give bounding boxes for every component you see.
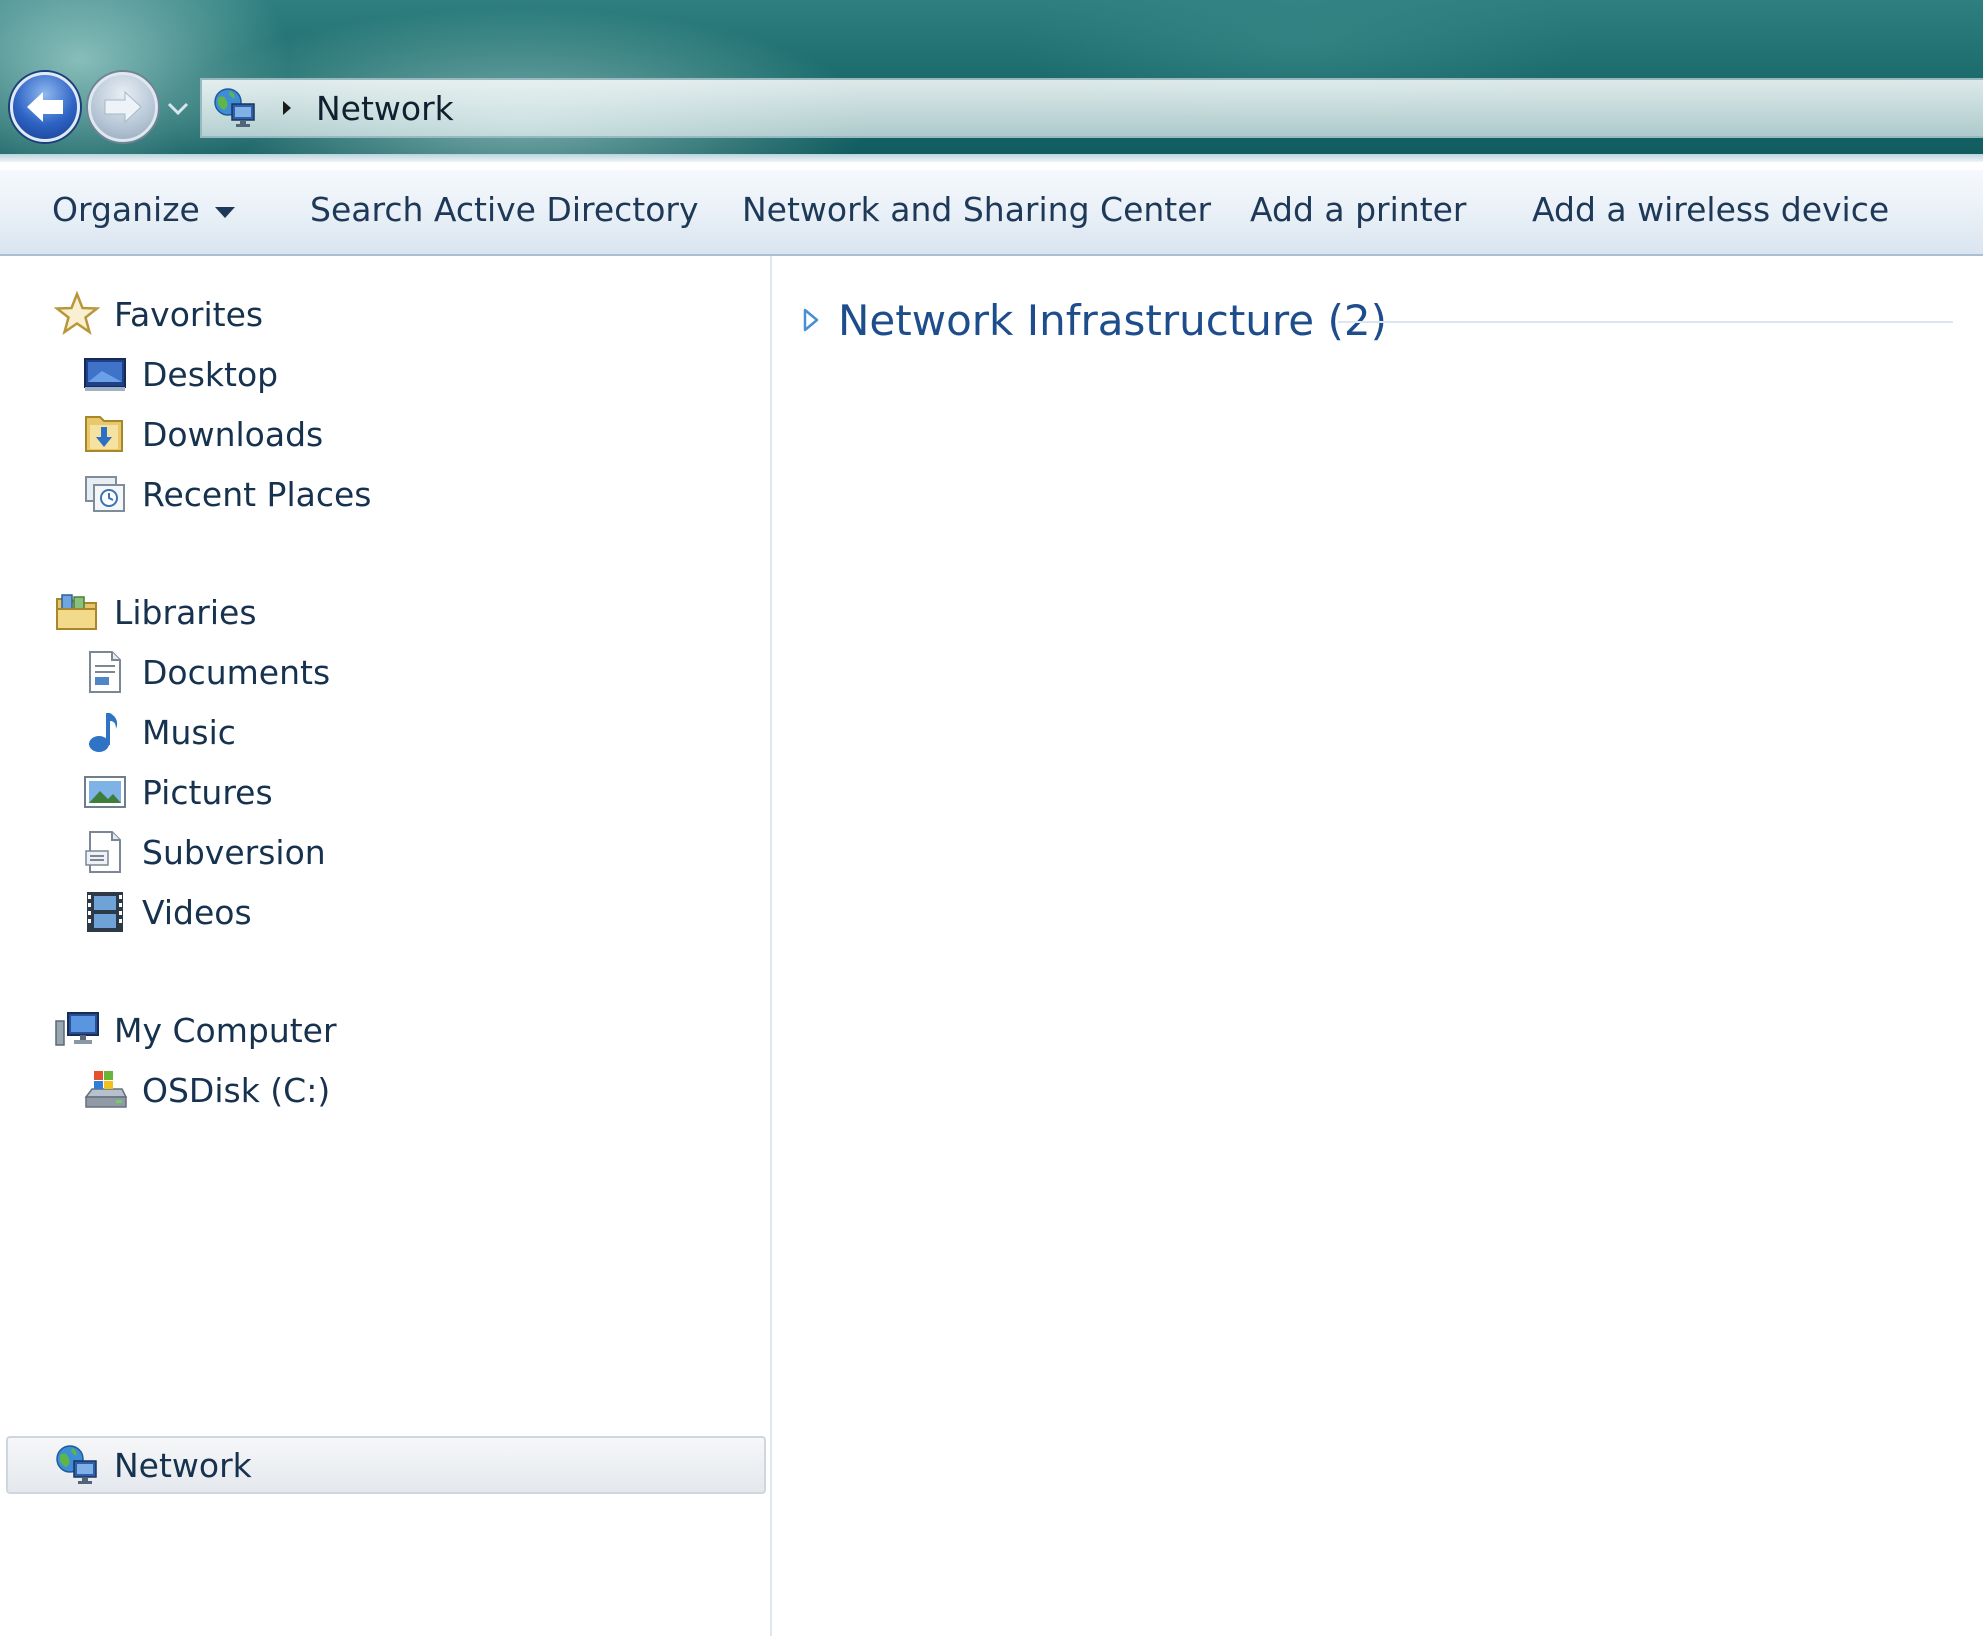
- nav-network[interactable]: Network: [54, 1437, 252, 1493]
- subversion-icon: [85, 831, 121, 873]
- recent-pages-dropdown[interactable]: [166, 100, 190, 118]
- disk-drive-icon: [84, 1071, 128, 1108]
- nav-item-subversion[interactable]: Subversion: [82, 824, 326, 880]
- forward-button[interactable]: [88, 72, 158, 142]
- nav-item-label: OSDisk (C:): [142, 1070, 331, 1110]
- nav-item-recent-places[interactable]: Recent Places: [82, 466, 371, 522]
- group-header-divider: [1338, 321, 1953, 323]
- forward-arrow-icon: [104, 90, 142, 124]
- title-bar: Network: [0, 0, 1983, 162]
- videos-icon: [87, 892, 123, 932]
- network-and-sharing-center-button[interactable]: Network and Sharing Center: [742, 190, 1211, 229]
- organize-label: Organize: [52, 190, 200, 229]
- nav-favorites-label: Favorites: [114, 294, 264, 334]
- nav-item-label: Desktop: [142, 354, 279, 394]
- address-path[interactable]: Network: [316, 89, 454, 128]
- computer-icon: [55, 1012, 99, 1046]
- chevron-down-icon: [214, 206, 235, 218]
- desktop-icon: [84, 358, 126, 391]
- nav-libraries[interactable]: Libraries: [54, 584, 257, 640]
- nav-item-osdisk[interactable]: OSDisk (C:): [82, 1062, 330, 1118]
- group-title: Network Infrastructure (2): [838, 295, 1387, 345]
- address-bar[interactable]: Network: [200, 78, 1983, 138]
- nav-item-documents[interactable]: Documents: [82, 644, 330, 700]
- star-icon: [54, 291, 100, 335]
- back-arrow-icon: [27, 92, 63, 122]
- nav-libraries-label: Libraries: [114, 592, 257, 632]
- nav-favorites[interactable]: Favorites: [54, 286, 263, 342]
- music-icon: [89, 713, 118, 752]
- organize-button[interactable]: Organize: [52, 190, 236, 229]
- recent-places-icon: [85, 476, 125, 512]
- nav-item-desktop[interactable]: Desktop: [82, 346, 278, 402]
- add-a-wireless-device-button[interactable]: Add a wireless device: [1532, 190, 1889, 229]
- expand-triangle-icon[interactable]: [800, 306, 822, 334]
- add-a-printer-button[interactable]: Add a printer: [1250, 190, 1467, 229]
- chevron-down-icon: [167, 102, 189, 116]
- group-header-network-infrastructure[interactable]: Network Infrastructure (2): [800, 290, 1387, 350]
- command-bar: Organize Search Active Directory Network…: [0, 170, 1983, 256]
- nav-item-downloads[interactable]: Downloads: [82, 406, 323, 462]
- nav-item-videos[interactable]: Videos: [82, 884, 252, 940]
- search-active-directory-button[interactable]: Search Active Directory: [310, 190, 699, 229]
- pictures-icon: [84, 776, 126, 808]
- nav-item-label: Videos: [142, 892, 252, 932]
- nav-item-label: Downloads: [142, 414, 324, 454]
- network-icon: [214, 88, 255, 127]
- nav-computer-label: My Computer: [114, 1010, 337, 1050]
- nav-item-label: Recent Places: [142, 474, 372, 514]
- pane-splitter[interactable]: [770, 256, 772, 1636]
- nav-item-pictures[interactable]: Pictures: [82, 764, 273, 820]
- documents-icon: [89, 651, 121, 693]
- nav-computer[interactable]: My Computer: [54, 1002, 337, 1058]
- breadcrumb-arrow-icon[interactable]: [280, 98, 294, 118]
- nav-item-label: Pictures: [142, 772, 273, 812]
- network-icon: [56, 1445, 97, 1484]
- libraries-icon: [56, 594, 97, 630]
- nav-item-label: Documents: [142, 652, 331, 692]
- back-button[interactable]: [10, 72, 80, 142]
- nav-network-label: Network: [114, 1445, 252, 1485]
- nav-item-label: Subversion: [142, 832, 326, 872]
- nav-item-music[interactable]: Music: [82, 704, 236, 760]
- downloads-icon: [85, 416, 123, 452]
- nav-item-label: Music: [142, 712, 236, 752]
- navigation-pane: Favorites Desktop Downloads Recent Place…: [0, 256, 770, 1636]
